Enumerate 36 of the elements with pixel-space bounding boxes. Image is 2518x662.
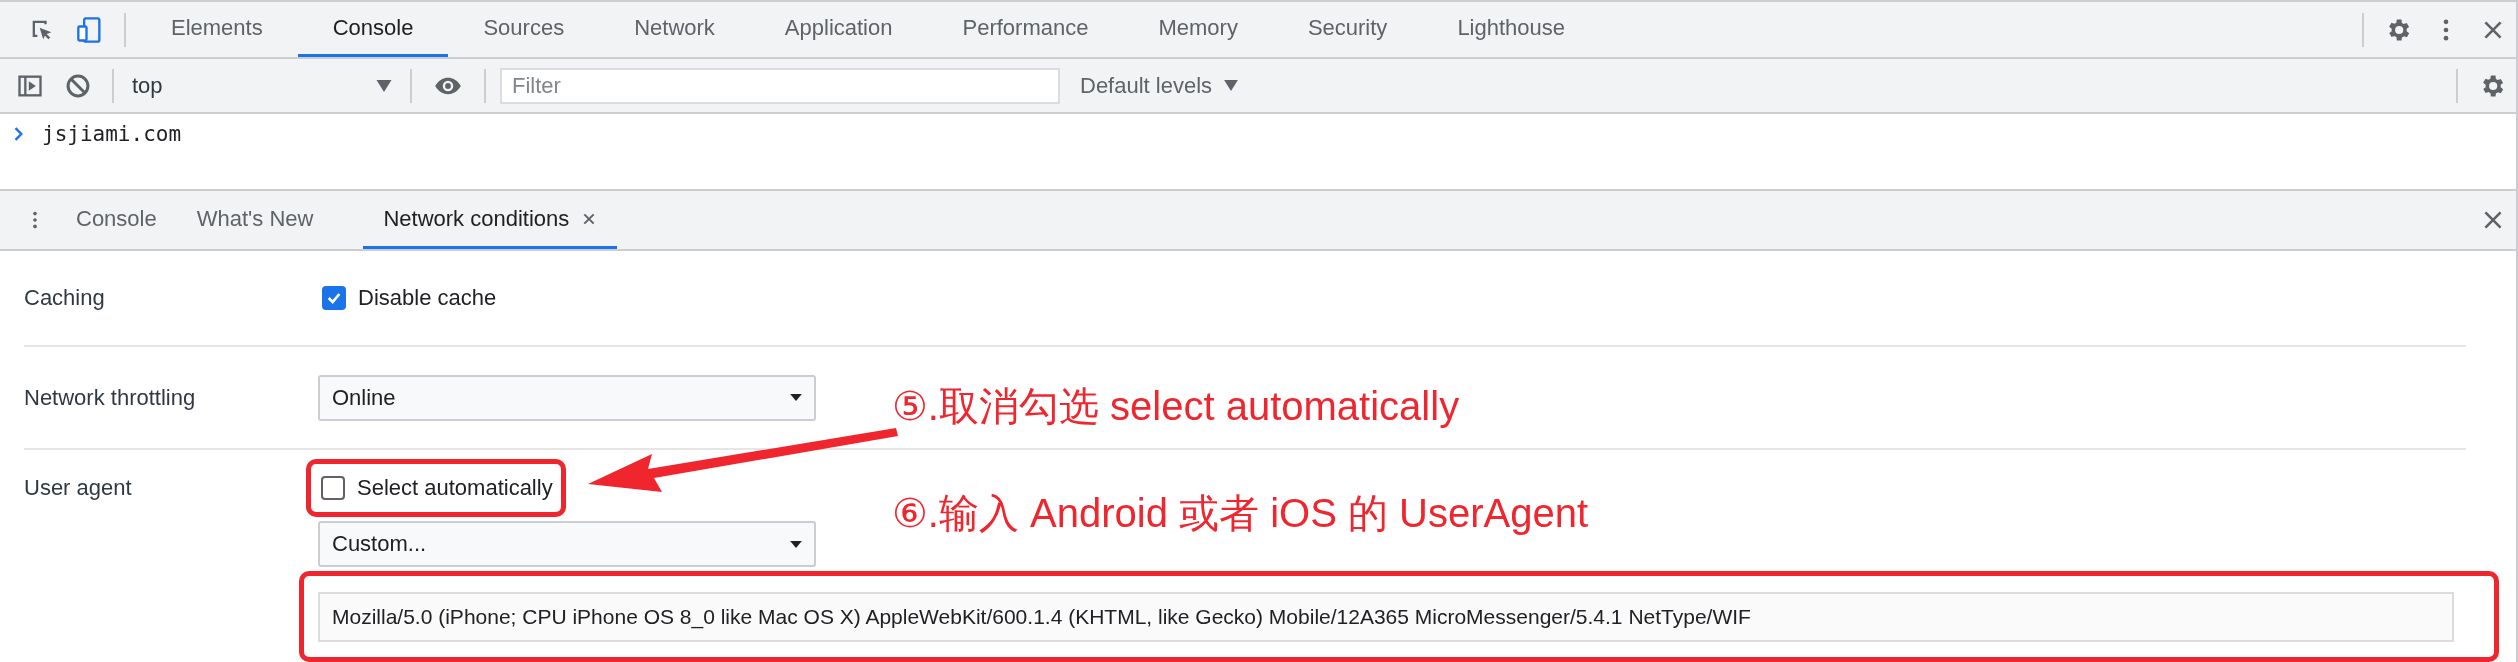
levels-dropdown[interactable]: Default levels bbox=[1070, 72, 1249, 99]
cache-checkbox[interactable]: Disable cache bbox=[322, 285, 497, 311]
checkbox[interactable] bbox=[321, 476, 345, 500]
annotation-text: ⑥.输入 Android 或者 iOS 的 UserAgent bbox=[892, 490, 1589, 537]
panel-tab[interactable]: Lighthouse bbox=[1422, 2, 1601, 57]
user-agent-select[interactable]: Custom... bbox=[318, 521, 816, 567]
panel-tab[interactable]: Sources bbox=[448, 2, 600, 57]
caret-icon bbox=[790, 540, 802, 548]
auto-checkbox[interactable]: Select automatically bbox=[321, 475, 553, 501]
drawer-tab[interactable]: Console bbox=[56, 191, 177, 249]
setting-label: Caching bbox=[24, 285, 106, 311]
filter-field[interactable]: Filter bbox=[500, 67, 1060, 104]
checkbox[interactable] bbox=[322, 286, 346, 310]
caret-icon bbox=[1224, 80, 1239, 91]
tab-label: Console bbox=[76, 205, 157, 232]
panel-tab[interactable]: Application bbox=[749, 2, 928, 57]
console-entry: jsjiami.com bbox=[42, 122, 182, 146]
annotation-text: ⑤.取消勾选 select automatically bbox=[892, 383, 1460, 430]
panel-tab[interactable]: Network bbox=[599, 2, 750, 57]
user-agent-field[interactable]: Mozilla/5.0 (iPhone; CPU iPhone OS 8_0 like Mac OS X) AppleWebKit/600.1.4 (KHTML, like Gecko) Mobile/12A365 MicroMessenger/5.4.1 NetType/WIF bbox=[318, 592, 2454, 642]
caret-icon bbox=[376, 79, 392, 92]
panel-tab[interactable]: Memory bbox=[1123, 2, 1273, 57]
context-select[interactable]: top bbox=[124, 72, 400, 99]
panel-tab[interactable]: Security bbox=[1272, 2, 1423, 57]
device-icon[interactable] bbox=[76, 15, 104, 44]
caret-icon bbox=[790, 394, 802, 401]
prompt-icon bbox=[14, 127, 24, 141]
setting-label: Network throttling bbox=[24, 384, 197, 411]
check-icon bbox=[326, 290, 342, 306]
panel-tab[interactable]: Performance bbox=[927, 2, 1124, 57]
drawer-tab[interactable]: What's New bbox=[176, 191, 334, 249]
setting-label: User agent bbox=[24, 475, 133, 501]
throttling-select[interactable]: Online bbox=[318, 374, 816, 421]
tab-label: Network conditions bbox=[383, 205, 570, 232]
panel-tab[interactable]: Elements bbox=[136, 2, 298, 57]
tab-label: What's New bbox=[196, 205, 314, 232]
